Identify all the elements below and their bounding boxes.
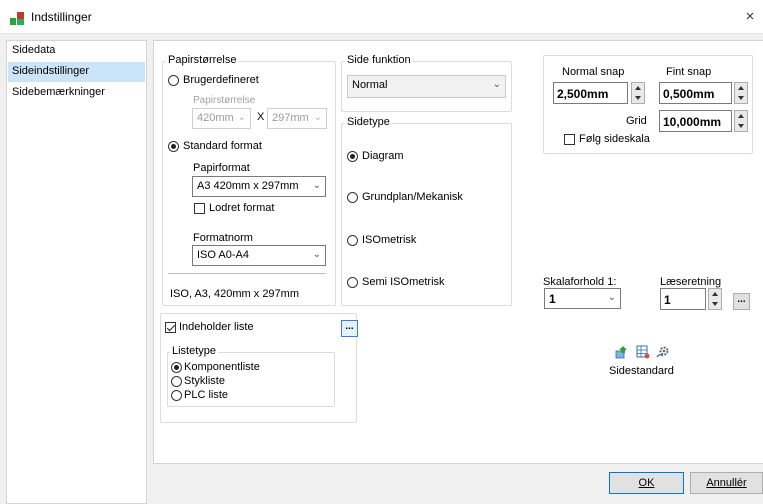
radio-standard-label: Standard format: [183, 140, 262, 152]
radio-component-list-label: Komponentliste: [184, 361, 260, 373]
paperformat-select[interactable]: A3 420mm x 297mm ⌄: [192, 176, 326, 197]
radio-standard[interactable]: [168, 141, 179, 152]
divider: [168, 273, 326, 274]
table-settings-icon[interactable]: [636, 345, 650, 359]
radio-semi-isometric[interactable]: [347, 277, 358, 288]
list-more-button[interactable]: ...: [341, 320, 358, 337]
paper-size-group-title: Papirstørrelse: [166, 54, 239, 66]
radio-diagram-label: Diagram: [362, 150, 404, 162]
radio-isometric-label: ISOmetrisk: [362, 234, 417, 246]
fine-snap-label: Fint snap: [666, 66, 712, 78]
page-type-group-title: Sidetype: [345, 116, 392, 128]
grid-spinner[interactable]: [734, 110, 748, 132]
cancel-button[interactable]: Annullér: [690, 472, 763, 494]
title-bar: [0, 0, 763, 34]
radio-plc-list-label: PLC liste: [184, 389, 229, 401]
radio-custom[interactable]: [168, 75, 179, 86]
sidebar-item-sidebemaerkninger[interactable]: Sidebemærkninger: [8, 83, 145, 103]
grid-input[interactable]: 10,000mm: [659, 110, 732, 132]
fine-snap-input[interactable]: 0,500mm: [659, 82, 732, 104]
sidebar-item-sideindstillinger[interactable]: Sideindstillinger: [8, 62, 145, 82]
times-label: X: [257, 111, 265, 123]
portrait-checkbox[interactable]: [194, 203, 205, 214]
radio-component-list[interactable]: [171, 362, 182, 373]
custom-height-select[interactable]: 297mm ⌄: [267, 108, 327, 129]
grid-label: Grid: [626, 115, 647, 127]
contains-list-label: Indeholder liste: [179, 321, 254, 333]
radio-isometric[interactable]: [347, 235, 358, 246]
reading-direction-input[interactable]: 1: [660, 288, 706, 310]
page-function-select[interactable]: Normal ⌄: [347, 75, 506, 98]
normal-snap-label: Normal snap: [562, 66, 625, 78]
radio-custom-label: Brugerdefineret: [183, 74, 259, 86]
follow-scale-label: Følg sideskala: [579, 133, 650, 145]
window-title: Indstillinger: [31, 10, 92, 24]
custom-width-select[interactable]: 420mm ⌄: [192, 108, 251, 129]
portrait-label: Lodret format: [209, 202, 275, 214]
radio-semi-isometric-label: Semi ISOmetrisk: [362, 276, 445, 288]
radio-grundplan[interactable]: [347, 192, 358, 203]
radio-grundplan-label: Grundplan/Mekanisk: [362, 191, 463, 203]
list-type-group-title: Listetype: [170, 345, 219, 357]
sidebar: Sidedata Sideindstillinger Sidebemærknin…: [6, 40, 147, 504]
format-norm-select[interactable]: ISO A0-A4 ⌄: [192, 245, 326, 266]
scale-label: Skalaforhold 1:: [543, 276, 617, 288]
paperformat-label: Papirformat: [193, 162, 250, 174]
ok-button[interactable]: OK: [609, 472, 684, 494]
gear-link-icon[interactable]: [656, 345, 670, 359]
contains-list-checkbox[interactable]: [165, 322, 176, 333]
normal-snap-spinner[interactable]: [631, 82, 645, 104]
custom-size-label: Papirstørrelse: [193, 95, 256, 106]
reading-direction-more-button[interactable]: ...: [733, 293, 750, 310]
normal-snap-input[interactable]: 2,500mm: [553, 82, 628, 104]
upload-icon[interactable]: [614, 345, 628, 359]
radio-parts-list-label: Stykliste: [184, 375, 225, 387]
radio-diagram[interactable]: [347, 151, 358, 162]
radio-parts-list[interactable]: [171, 376, 182, 387]
sidebar-item-sidedata[interactable]: Sidedata: [8, 41, 145, 61]
follow-scale-checkbox[interactable]: [564, 134, 575, 145]
format-norm-label: Formatnorm: [193, 232, 253, 244]
scale-select[interactable]: 1 ⌄: [544, 288, 621, 309]
page-function-group-title: Side funktion: [345, 54, 413, 66]
close-button[interactable]: ×: [742, 8, 758, 25]
radio-plc-list[interactable]: [171, 390, 182, 401]
reading-direction-spinner[interactable]: [708, 288, 722, 310]
fine-snap-spinner[interactable]: [734, 82, 748, 104]
page-standard-label: Sidestandard: [609, 365, 674, 377]
app-icon: [10, 12, 24, 25]
reading-direction-label: Læseretning: [660, 276, 722, 288]
paper-summary: ISO, A3, 420mm x 297mm: [170, 288, 299, 300]
